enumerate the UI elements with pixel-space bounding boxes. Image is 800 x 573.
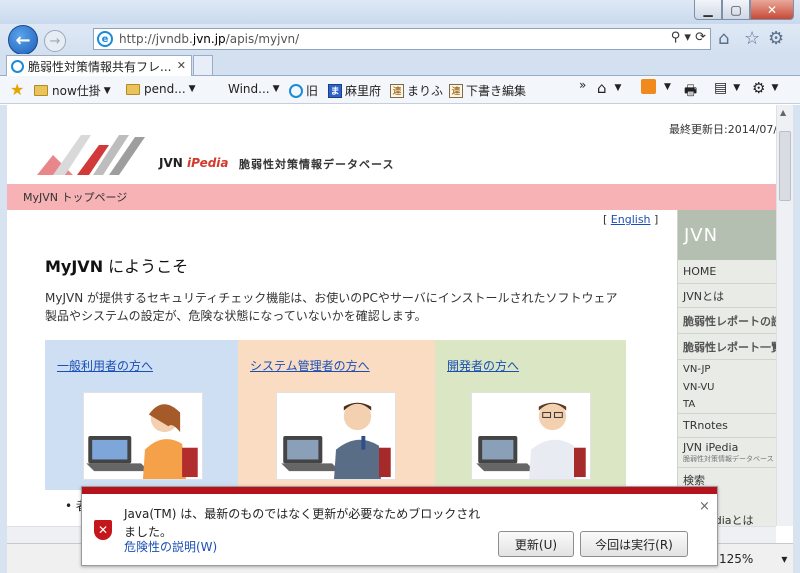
address-tools: ⚲ ▾ ⟳ — [671, 30, 706, 45]
developers-link[interactable]: 開発者の方へ — [447, 357, 519, 374]
close-icon[interactable]: × — [699, 499, 710, 514]
tab-close-icon[interactable]: ✕ — [177, 59, 186, 72]
forward-arrow-icon: → — [49, 33, 61, 49]
sidebar-item-trnotes[interactable]: TRnotes — [678, 414, 776, 438]
fav-marifu[interactable]: ま麻里府 — [328, 82, 381, 99]
print-icon[interactable]: 🖶 — [684, 80, 697, 104]
caret-down-icon: ▼ — [272, 84, 280, 94]
web-page: JVN iPedia 脆弱性対策情報データベース 最終更新日:2014/07/ … — [7, 105, 776, 526]
window-titlebar: ▁ ▢ ✕ — [0, 0, 800, 24]
page-icon: 連 — [449, 83, 463, 98]
left-frame — [0, 105, 7, 573]
sidebar-header: JVN — [678, 210, 776, 260]
minimize-button[interactable]: ▁ — [694, 0, 722, 20]
run-once-button[interactable]: 今回は実行(R) — [580, 531, 688, 557]
sidebar-item-jvn-ipedia[interactable]: JVN iPedia 脆弱性対策情報データベース — [678, 438, 776, 468]
logo-subtitle: 脆弱性対策情報データベース — [239, 158, 395, 171]
tools-gear-icon[interactable]: ⚙ — [768, 28, 784, 49]
vertical-scrollbar[interactable]: ▲ — [776, 105, 793, 526]
add-favorite-star-icon[interactable]: ★ — [10, 80, 24, 99]
developer-at-laptop-illustration — [471, 392, 591, 480]
ie-icon — [289, 83, 303, 98]
url-domain: jvn.jp — [192, 32, 226, 46]
forward-button[interactable]: → — [44, 30, 66, 52]
scrollbar-thumb[interactable] — [779, 131, 791, 201]
address-bar[interactable]: e http://jvndb.jvn.jp/apis/myjvn/ ⚲ ▾ ⟳ — [93, 28, 711, 50]
fav-now[interactable]: now仕掛 ▼ — [34, 82, 111, 99]
caret-down-icon: ▼ — [188, 84, 196, 94]
page-menu-icon[interactable]: ▤ ▼ — [714, 80, 740, 96]
folder-icon — [126, 83, 140, 95]
caret-down-icon: ▼ — [103, 85, 111, 96]
sidebar-item-ta[interactable]: TA — [678, 396, 776, 414]
favorites-star-icon[interactable]: ☆ — [744, 28, 760, 49]
refresh-icon[interactable]: ⟳ — [695, 30, 706, 45]
tab-bar: 脆弱性対策情報共有フレ... ✕ — [0, 54, 800, 77]
language-switch: [ English ] — [603, 213, 659, 226]
close-window-button[interactable]: ✕ — [750, 0, 794, 20]
window-controls: ▁ ▢ ✕ — [694, 0, 794, 20]
url-prefix: http://jvndb. — [119, 32, 193, 46]
url-suffix: /apis/myjvn/ — [225, 32, 300, 46]
new-tab-button[interactable] — [193, 55, 213, 75]
card-developers: 開発者の方へ — [435, 340, 626, 490]
blocked-shield-icon: ✕ — [94, 520, 112, 540]
home-icon[interactable]: ⌂ — [718, 28, 729, 49]
breadcrumb-item[interactable]: MyJVN トップページ — [23, 189, 127, 205]
maximize-button[interactable]: ▢ — [722, 0, 750, 20]
logo-text: JVN iPedia — [159, 156, 229, 170]
fav-marifu-kana[interactable]: 連まりふ — [390, 82, 443, 99]
notification-message: Java(TM) は、最新のものではなく更新が必要なためブロックされました。 — [124, 507, 481, 539]
page-icon: 連 — [390, 83, 404, 98]
tab-title: 脆弱性対策情報共有フレ... — [28, 60, 172, 74]
fav-old[interactable]: 旧 — [289, 82, 318, 99]
fav-pend[interactable]: pend... ▼ — [126, 82, 196, 96]
card-system-admins: システム管理者の方へ — [238, 340, 435, 490]
page-icon: ま — [328, 83, 342, 98]
sidebar-item-report-guide[interactable]: 脆弱性レポートの読み — [678, 308, 776, 334]
favorites-bar: ★ now仕掛 ▼ pend... ▼ Wind... ▼ 旧 ま麻里府 連まりふ 連… — [0, 76, 800, 104]
right-frame — [793, 105, 800, 573]
card-general-users: 一般利用者の方へ — [45, 340, 238, 490]
sidebar-item-vn-jp[interactable]: VN-JP — [678, 360, 776, 378]
url-text[interactable]: http://jvndb.jvn.jp/apis/myjvn/ — [119, 32, 299, 46]
intro-text: MyJVN が提供するセキュリティチェック機能は、お使いのPCやサーバにインスト… — [45, 291, 618, 323]
sidebar: JVN HOME JVNとは 脆弱性レポートの読み 脆弱性レポート一覧 VN-J… — [677, 210, 776, 526]
search-icon[interactable]: ⚲ — [671, 30, 681, 45]
java-blocked-notification: ✕ Java(TM) は、最新のものではなく更新が必要なためブロックされました。… — [81, 486, 718, 566]
dropdown-chevron-icon[interactable]: ▾ — [684, 30, 691, 45]
last-update: 最終更新日:2014/07/ — [669, 123, 776, 136]
update-button[interactable]: 更新(U) — [498, 531, 574, 557]
notification-accent-bar — [82, 487, 717, 494]
risk-explanation-link[interactable]: 危険性の説明(W) — [124, 538, 217, 555]
sidebar-item-vn-vu[interactable]: VN-VU — [678, 378, 776, 396]
english-link[interactable]: English — [611, 213, 651, 226]
navigation-bar: ← → e http://jvndb.jvn.jp/apis/myjvn/ ⚲ … — [0, 24, 800, 55]
woman-at-laptop-illustration — [83, 392, 203, 480]
more-favorites-chevron[interactable]: » — [579, 78, 586, 92]
sidebar-item-home[interactable]: HOME — [678, 260, 776, 284]
breadcrumb: MyJVN トップページ — [7, 184, 776, 210]
zoom-level[interactable]: 125% ▾ — [719, 552, 787, 566]
system-admins-link[interactable]: システム管理者の方へ — [250, 357, 370, 374]
general-users-link[interactable]: 一般利用者の方へ — [57, 357, 153, 374]
jvn-logo — [37, 135, 145, 175]
fav-draft-edit[interactable]: 連下書き編集 — [449, 82, 526, 99]
home-toolbar-icon[interactable]: ⌂ ▼ — [597, 79, 621, 97]
safety-gear-icon[interactable]: ⚙ ▼ — [752, 79, 778, 97]
tab-active[interactable]: 脆弱性対策情報共有フレ... ✕ — [6, 55, 192, 77]
back-arrow-icon: ← — [15, 29, 31, 51]
tab-ie-icon — [11, 60, 24, 73]
page-title: MyJVN にようこそ — [45, 257, 189, 276]
man-at-laptop-illustration — [276, 392, 396, 480]
rss-feed-icon[interactable]: ▼ — [641, 79, 671, 94]
fav-wind[interactable]: Wind... ▼ — [228, 82, 280, 96]
scroll-up-icon[interactable]: ▲ — [780, 108, 786, 117]
sidebar-item-about-jvn[interactable]: JVNとは — [678, 284, 776, 308]
sidebar-item-report-list[interactable]: 脆弱性レポート一覧 — [678, 334, 776, 360]
back-button[interactable]: ← — [8, 25, 38, 55]
zoom-dropdown-icon[interactable]: ▾ — [781, 552, 787, 566]
ie-page-icon: e — [97, 31, 113, 47]
folder-icon — [34, 85, 48, 96]
